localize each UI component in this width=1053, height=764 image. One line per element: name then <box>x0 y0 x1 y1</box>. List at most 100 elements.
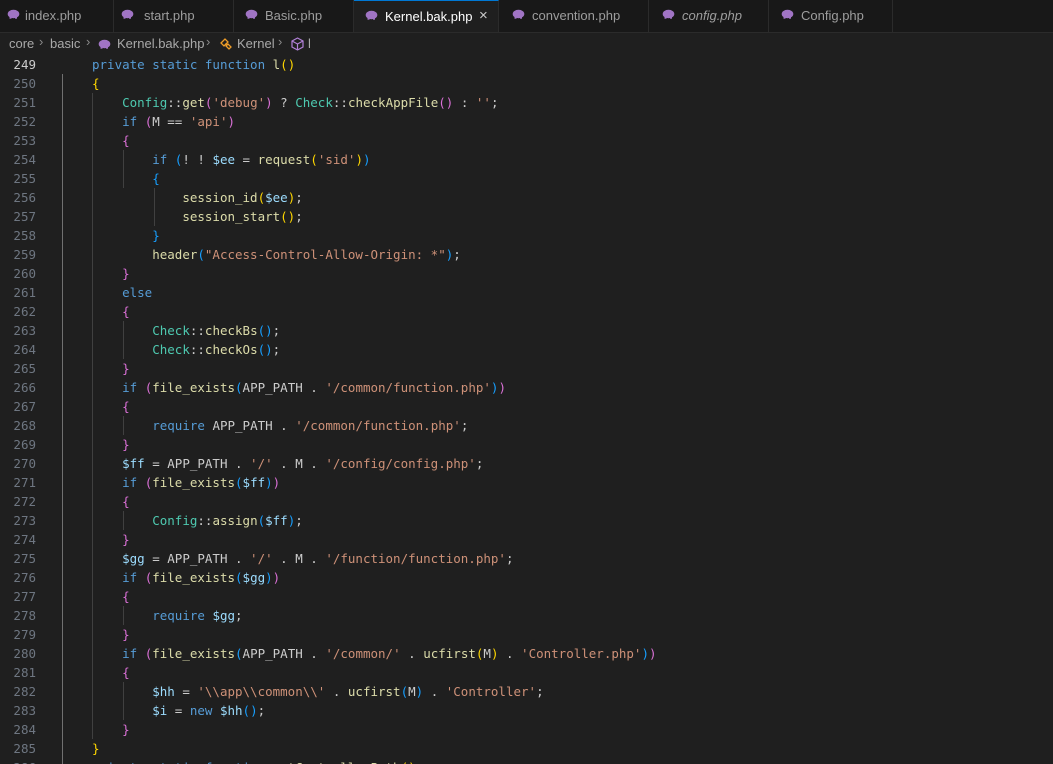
code-line[interactable]: } <box>92 625 130 644</box>
code-line[interactable]: else <box>92 283 152 302</box>
line-number: 272 <box>13 494 36 509</box>
code-line[interactable]: { <box>92 131 130 150</box>
code-token: ) <box>265 95 273 110</box>
code-token: } <box>122 532 130 547</box>
code-line[interactable]: private static function l() <box>92 55 295 74</box>
code-token: ; <box>272 342 281 357</box>
line-number: 286 <box>0 758 36 764</box>
code-line[interactable]: } <box>92 264 130 283</box>
code-token: ) <box>641 646 649 661</box>
code-line[interactable]: { <box>92 663 130 682</box>
tab-config-php[interactable]: Config.php <box>769 0 893 32</box>
close-icon[interactable]: × <box>479 7 488 24</box>
code-line[interactable]: Check::checkBs(); <box>92 321 280 340</box>
code-line[interactable]: } <box>92 359 130 378</box>
code-token: Check <box>152 342 190 357</box>
code-token: ; <box>235 608 243 623</box>
code-token: header <box>152 247 198 262</box>
line-number: 253 <box>13 133 36 148</box>
code-line[interactable]: { <box>92 492 130 511</box>
code-line[interactable]: Config::get('debug') ? Check::checkAppFi… <box>92 93 498 112</box>
code-line[interactable]: session_start(); <box>92 207 302 226</box>
code-token: } <box>122 627 130 642</box>
code-line[interactable]: Config::assign($ff); <box>92 511 303 530</box>
code-token: = APP_PATH . <box>144 551 251 566</box>
code-line[interactable]: { <box>92 587 130 606</box>
code-line[interactable]: header("Access-Control-Allow-Origin: *")… <box>92 245 461 264</box>
code-token: ( <box>235 570 243 585</box>
code-line[interactable]: } <box>92 739 100 758</box>
breadcrumb-item-basic[interactable]: basic <box>50 36 80 51</box>
code-token: { <box>122 665 130 680</box>
line-number: 257 <box>13 209 36 224</box>
indent-guide <box>62 74 63 764</box>
code-token: '/common/function.php' <box>325 380 491 395</box>
breadcrumb-item-core[interactable]: core <box>9 36 34 51</box>
code-line[interactable]: $ff = APP_PATH . '/' . M . '/config/conf… <box>92 454 483 473</box>
line-number: 280 <box>13 646 36 661</box>
code-line[interactable]: } <box>92 435 130 454</box>
code-line[interactable]: { <box>92 74 100 93</box>
breadcrumb-item-class[interactable]: Kernel <box>237 36 275 51</box>
code-line[interactable]: private static function getControllerPat… <box>92 758 416 764</box>
code-token: } <box>122 361 130 376</box>
tab-config-php-preview[interactable]: config.php <box>649 0 769 32</box>
tab-index-php[interactable]: index.php <box>0 0 114 32</box>
code-line[interactable]: require APP_PATH . '/common/function.php… <box>92 416 468 435</box>
breadcrumb-item-method[interactable]: l <box>308 36 311 51</box>
code-line[interactable]: { <box>92 302 130 321</box>
line-number: 275 <box>13 551 36 566</box>
code-line[interactable]: $gg = APP_PATH . '/' . M . '/function/fu… <box>92 549 513 568</box>
code-line[interactable]: } <box>92 720 130 739</box>
code-token: { <box>122 589 130 604</box>
code-line[interactable]: if (file_exists(APP_PATH . '/common/' . … <box>92 644 657 663</box>
tab-convention-php[interactable]: convention.php <box>499 0 649 32</box>
tab-start-php[interactable]: start.php <box>114 0 234 32</box>
code-token: if <box>152 152 175 167</box>
code-line[interactable]: } <box>92 530 130 549</box>
code-token: ucfirst <box>347 684 401 699</box>
code-token: M <box>483 646 491 661</box>
code-editor[interactable]: 249 250 251 252 253 254 255 256 257 258 259 260 261 2… <box>0 55 1053 764</box>
code-line[interactable]: Check::checkOs(); <box>92 340 280 359</box>
code-line[interactable]: if (file_exists($ff)) <box>92 473 280 492</box>
code-line[interactable]: if (M == 'api') <box>92 112 235 131</box>
code-token: { <box>122 399 130 414</box>
code-line[interactable]: } <box>92 226 160 245</box>
code-token: $gg <box>122 551 145 566</box>
code-token: ) <box>649 646 657 661</box>
line-number: 278 <box>13 608 36 623</box>
code-token: assign <box>212 513 258 528</box>
tab-basic-php[interactable]: Basic.php <box>234 0 354 32</box>
code-line[interactable]: $i = new $hh(); <box>92 701 265 720</box>
code-token: 'api' <box>189 114 228 129</box>
code-line[interactable]: if (file_exists(APP_PATH . '/common/func… <box>92 378 506 397</box>
code-token: () <box>280 209 296 224</box>
breadcrumb-item-file[interactable]: Kernel.bak.php <box>117 36 204 51</box>
code-line[interactable]: if (file_exists($gg)) <box>92 568 280 587</box>
code-line[interactable]: $hh = '\\app\\common\\' . ucfirst(M) . '… <box>92 682 543 701</box>
code-line[interactable]: require $gg; <box>92 606 243 625</box>
code-line[interactable]: session_id($ee); <box>92 188 302 207</box>
breadcrumb: core › basic › Kernel.bak.php › Kernel ›… <box>0 33 1053 55</box>
code-token: . M . <box>272 456 326 471</box>
code-token: . <box>400 646 424 661</box>
code-token: session_id <box>182 190 258 205</box>
tab-kernel-bak-php[interactable]: Kernel.bak.php × <box>354 0 499 32</box>
code-line[interactable]: { <box>92 169 160 188</box>
code-token: $ff <box>242 475 266 490</box>
line-number: 255 <box>13 171 36 186</box>
code-line[interactable]: { <box>92 397 130 416</box>
code-token: getControllerPath <box>273 760 401 764</box>
code-line[interactable]: if (! ! $ee = request('sid')) <box>92 150 370 169</box>
